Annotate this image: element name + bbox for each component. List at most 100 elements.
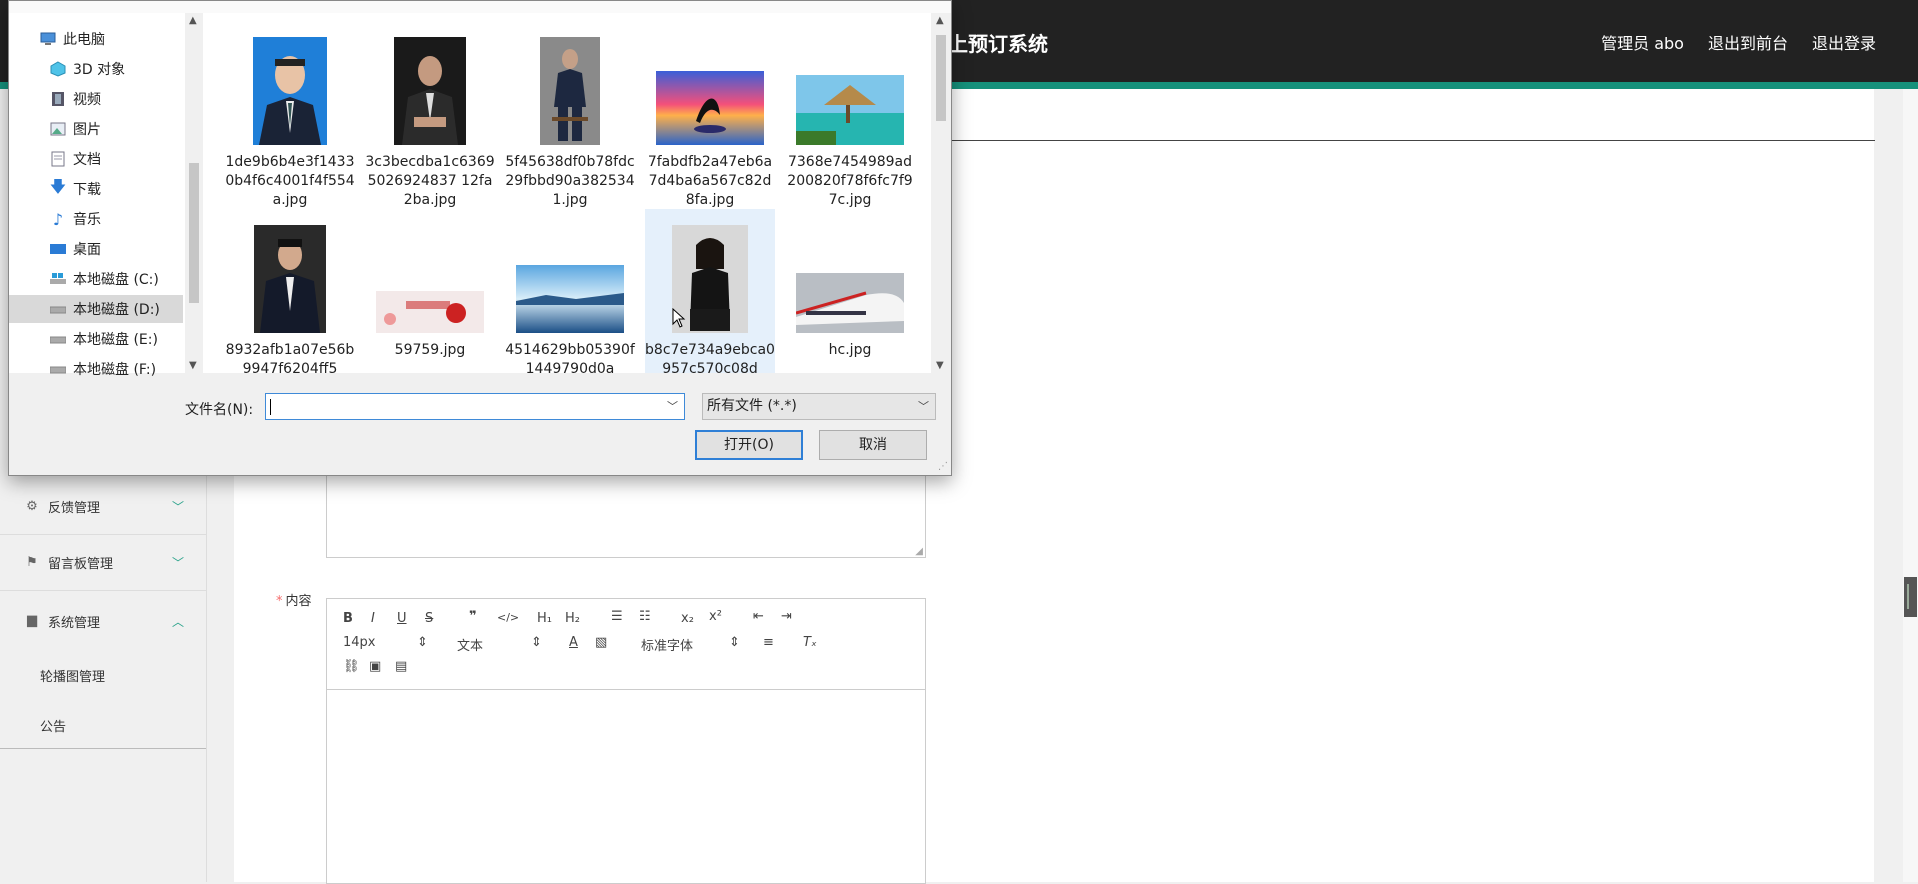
blockquote-icon[interactable]: ❞: [469, 609, 477, 624]
file-thumbnail: [365, 209, 495, 333]
desktop-icon: [49, 241, 67, 257]
font-size-select[interactable]: 14px ⇕: [343, 635, 428, 650]
image-icon[interactable]: ▣: [369, 659, 381, 674]
sidebar-item-system[interactable]: ▆ 系统管理 ︿: [0, 593, 206, 649]
scroll-up-icon[interactable]: ▲: [189, 15, 197, 26]
mouse-cursor-icon: [672, 307, 686, 332]
nav-item-this-pc[interactable]: 此电脑: [9, 25, 183, 53]
file-thumbnail: [505, 209, 635, 333]
nav-item-downloads[interactable]: 🡇 下载: [9, 175, 183, 203]
indent-icon[interactable]: ⇥: [781, 609, 792, 624]
nav-scrollbar-thumb[interactable]: [189, 163, 199, 303]
navigation-pane: 此电脑 3D 对象 视频 图片 文档 🡇 下载 ♪ 音乐 桌面 本地磁盘 (C:…: [9, 13, 206, 378]
cancel-button[interactable]: 取消: [819, 430, 927, 460]
file-item[interactable]: 5f45638df0b78fdc29fbbd90a3825341.jpg: [505, 21, 635, 208]
background-color-icon[interactable]: ▧: [595, 635, 607, 650]
font-color-icon[interactable]: A: [569, 635, 578, 650]
italic-icon[interactable]: I: [371, 611, 375, 626]
file-item[interactable]: 1de9b6b4e3f14330b4f6c4001f4f554a.jpg: [225, 21, 355, 208]
filename-input[interactable]: ﹀: [265, 393, 685, 420]
page-scrollbar[interactable]: [1903, 89, 1918, 882]
file-item[interactable]: hc.jpg: [785, 209, 915, 373]
description-textarea[interactable]: ◢: [326, 470, 926, 558]
code-icon[interactable]: </>: [497, 611, 519, 624]
video-icon[interactable]: ▤: [395, 659, 407, 674]
file-list-scrollbar-thumb[interactable]: [936, 35, 946, 121]
file-item[interactable]: 4514629bb05390f1449790d0a: [505, 209, 635, 373]
document-icon: [49, 151, 67, 167]
scroll-up-icon[interactable]: ▲: [936, 15, 944, 26]
superscript-icon[interactable]: x²: [709, 609, 722, 624]
file-item-selected[interactable]: b8c7e734a9ebca0957c570c08d: [645, 209, 775, 373]
drive-icon: [49, 301, 67, 317]
file-thumbnail: [225, 209, 355, 333]
subscript-icon[interactable]: x₂: [681, 611, 694, 626]
sidebar-divider: [0, 748, 206, 749]
nav-item-music[interactable]: ♪ 音乐: [9, 205, 183, 233]
nav-item-drive-c[interactable]: 本地磁盘 (C:): [9, 265, 183, 293]
file-open-dialog: 此电脑 3D 对象 视频 图片 文档 🡇 下载 ♪ 音乐 桌面 本地磁盘 (C:…: [8, 0, 952, 476]
app-title: 上预订系统: [948, 32, 1048, 56]
sidebar-item-label: 反馈管理: [48, 501, 101, 516]
file-type-select[interactable]: 所有文件 (*.*) ﹀: [702, 393, 936, 420]
ordered-list-icon[interactable]: ☰: [611, 609, 623, 624]
nav-scrollbar[interactable]: ▲ ▼: [185, 13, 203, 373]
file-item[interactable]: 3c3becdba1c63695026924837 12fa2ba.jpg: [365, 21, 495, 208]
nav-item-drive-d[interactable]: 本地磁盘 (D:): [9, 295, 183, 323]
cube-icon: [49, 61, 67, 77]
strike-icon[interactable]: S: [425, 611, 433, 626]
open-button[interactable]: 打开(O): [695, 430, 803, 460]
heading2-icon[interactable]: H₂: [565, 611, 580, 626]
editor-toolbar: B I U S ❞ </> H₁ H₂ ☰ ☷ x₂ x² ⇤ ⇥ 14px ⇕ …: [327, 599, 925, 690]
file-list-scrollbar[interactable]: ▲ ▼: [931, 13, 951, 373]
bullet-list-icon[interactable]: ☷: [639, 609, 651, 624]
file-item[interactable]: 59759.jpg: [365, 209, 495, 373]
chevron-down-icon: ﹀: [171, 556, 184, 570]
chevron-up-icon: ︿: [171, 614, 184, 629]
sidebar-sub-carousel[interactable]: 轮播图管理: [40, 666, 105, 685]
exit-to-frontend-link[interactable]: 退出到前台: [1708, 30, 1788, 54]
scroll-down-icon[interactable]: ▼: [936, 360, 944, 371]
filename-label: 文件名(N):: [185, 402, 254, 418]
file-item[interactable]: 8932afb1a07e56b9947f6204ff5: [225, 209, 355, 373]
nav-item-videos[interactable]: 视频: [9, 85, 183, 113]
clear-format-icon[interactable]: Tₓ: [803, 635, 817, 650]
logout-link[interactable]: 退出登录: [1812, 30, 1876, 54]
bold-icon[interactable]: B: [343, 611, 353, 626]
nav-item-pictures[interactable]: 图片: [9, 115, 183, 143]
file-thumbnail: [225, 21, 355, 145]
file-item[interactable]: 7368e7454989ad200820f78f6fc7f97c.jpg: [785, 21, 915, 208]
nav-item-desktop[interactable]: 桌面: [9, 235, 183, 263]
outdent-icon[interactable]: ⇤: [753, 609, 764, 624]
heading1-icon[interactable]: H₁: [537, 611, 552, 626]
sidebar-item-messages[interactable]: ⚑ 留言板管理 ﹀: [0, 535, 206, 591]
dialog-top-strip: [9, 1, 951, 13]
font-family-select[interactable]: 标准字体 ⇕: [641, 635, 740, 654]
file-thumbnail: [505, 21, 635, 145]
sidebar-sub-notice[interactable]: 公告: [40, 716, 66, 735]
resize-grip-icon[interactable]: ⋰: [938, 461, 948, 472]
nav-item-drive-f[interactable]: 本地磁盘 (F:): [9, 355, 183, 383]
align-icon[interactable]: ≡: [763, 635, 774, 650]
chevron-down-icon: ﹀: [918, 400, 929, 413]
underline-icon[interactable]: U: [397, 611, 407, 626]
computer-icon: [39, 31, 57, 47]
admin-user-link[interactable]: 管理员 abo: [1601, 30, 1684, 54]
film-icon: [49, 91, 67, 107]
chevron-down-icon[interactable]: ﹀: [667, 398, 678, 414]
scroll-down-icon[interactable]: ▼: [189, 360, 197, 371]
file-thumbnail: [365, 21, 495, 145]
link-icon[interactable]: ⛓: [343, 659, 360, 674]
text-type-select[interactable]: 文本 ⇕: [457, 635, 542, 654]
sidebar-item-feedback[interactable]: ⚙ 反馈管理 ﹀: [0, 479, 206, 535]
nav-item-documents[interactable]: 文档: [9, 145, 183, 173]
sliders-icon: ⚙: [26, 498, 38, 514]
rich-text-editor[interactable]: B I U S ❞ </> H₁ H₂ ☰ ☷ x₂ x² ⇤ ⇥ 14px ⇕ …: [326, 598, 926, 884]
drive-icon: [49, 361, 67, 377]
nav-item-drive-e[interactable]: 本地磁盘 (E:): [9, 325, 183, 353]
briefcase-icon: ▆: [27, 613, 37, 628]
main-divider: [950, 140, 1875, 141]
nav-item-3d-objects[interactable]: 3D 对象: [9, 55, 183, 83]
file-item[interactable]: 7fabdfb2a47eb6a7d4ba6a567c82d8fa.jpg: [645, 21, 775, 208]
windows-drive-icon: [49, 271, 67, 287]
